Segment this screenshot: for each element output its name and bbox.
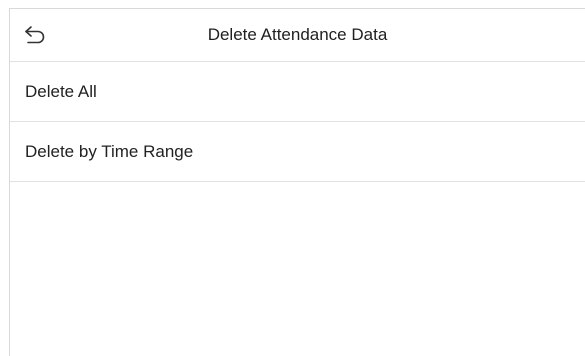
title-bar: Delete Attendance Data [10,9,585,62]
menu-list: Delete All Delete by Time Range [10,62,585,182]
page-title: Delete Attendance Data [207,25,388,44]
device-screen: Delete Attendance Data Delete All Delete… [9,8,585,356]
back-arrow-icon [23,24,49,46]
back-button[interactable] [10,9,62,61]
delete-by-time-range-item[interactable]: Delete by Time Range [10,122,585,182]
delete-all-item[interactable]: Delete All [10,62,585,122]
